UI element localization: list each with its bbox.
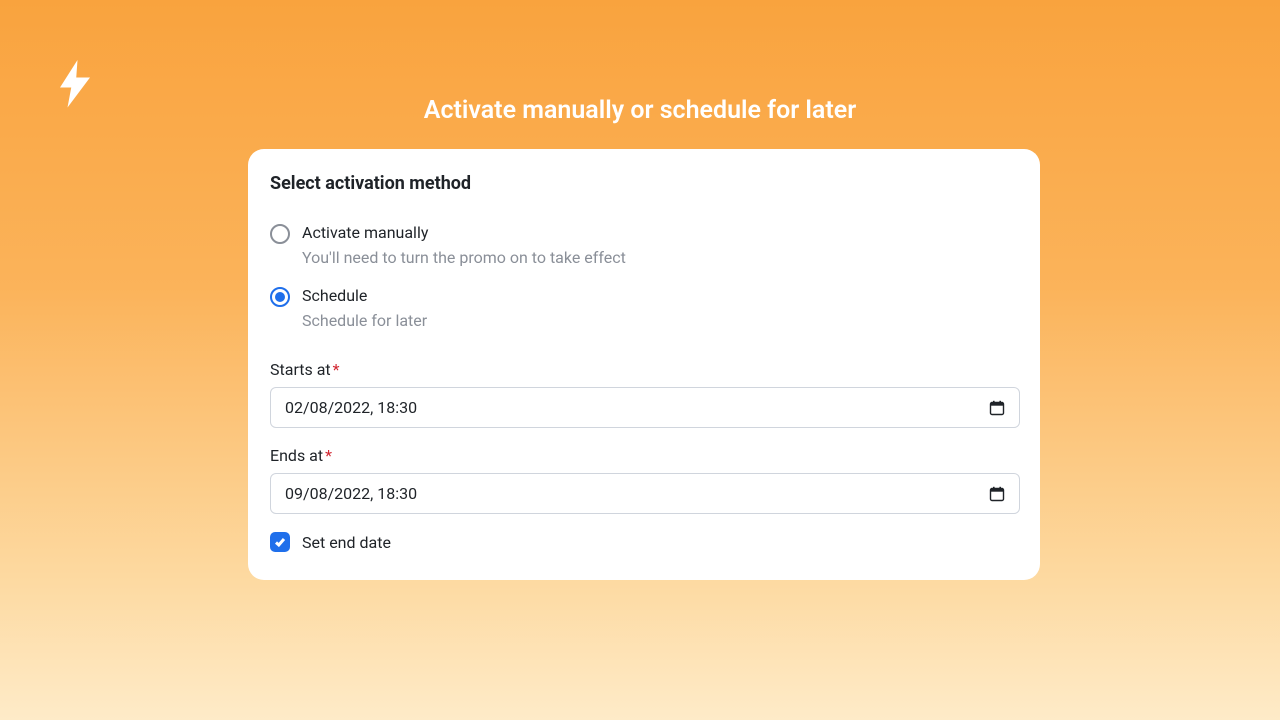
- calendar-icon: [989, 400, 1005, 416]
- radio-schedule[interactable]: Schedule Schedule for later: [270, 285, 1018, 330]
- ends-at-label: Ends at*: [270, 446, 1018, 465]
- checkbox-checked-icon: [270, 532, 290, 552]
- ends-at-field: Ends at* 09/08/2022, 18:30: [270, 446, 1018, 514]
- calendar-icon: [989, 486, 1005, 502]
- required-asterisk: *: [333, 360, 340, 379]
- starts-at-value: 02/08/2022, 18:30: [285, 398, 989, 417]
- starts-at-input[interactable]: 02/08/2022, 18:30: [270, 387, 1020, 428]
- required-asterisk: *: [325, 446, 332, 465]
- activation-card: Select activation method Activate manual…: [248, 149, 1040, 580]
- starts-at-label: Starts at*: [270, 360, 1018, 379]
- radio-activate-manually[interactable]: Activate manually You'll need to turn th…: [270, 222, 1018, 267]
- radio-indicator-selected: [270, 287, 290, 307]
- card-title: Select activation method: [270, 173, 1018, 194]
- radio-label: Schedule: [302, 285, 1018, 307]
- radio-description: Schedule for later: [302, 311, 1018, 330]
- set-end-date-checkbox[interactable]: Set end date: [270, 532, 1018, 552]
- radio-label: Activate manually: [302, 222, 1018, 244]
- radio-description: You'll need to turn the promo on to take…: [302, 248, 1018, 267]
- ends-at-input[interactable]: 09/08/2022, 18:30: [270, 473, 1020, 514]
- starts-at-field: Starts at* 02/08/2022, 18:30: [270, 360, 1018, 428]
- radio-indicator-unselected: [270, 224, 290, 244]
- page-title: Activate manually or schedule for later: [0, 96, 1280, 125]
- set-end-date-label: Set end date: [302, 533, 391, 552]
- activation-method-radio-group: Activate manually You'll need to turn th…: [270, 222, 1018, 330]
- ends-at-value: 09/08/2022, 18:30: [285, 484, 989, 503]
